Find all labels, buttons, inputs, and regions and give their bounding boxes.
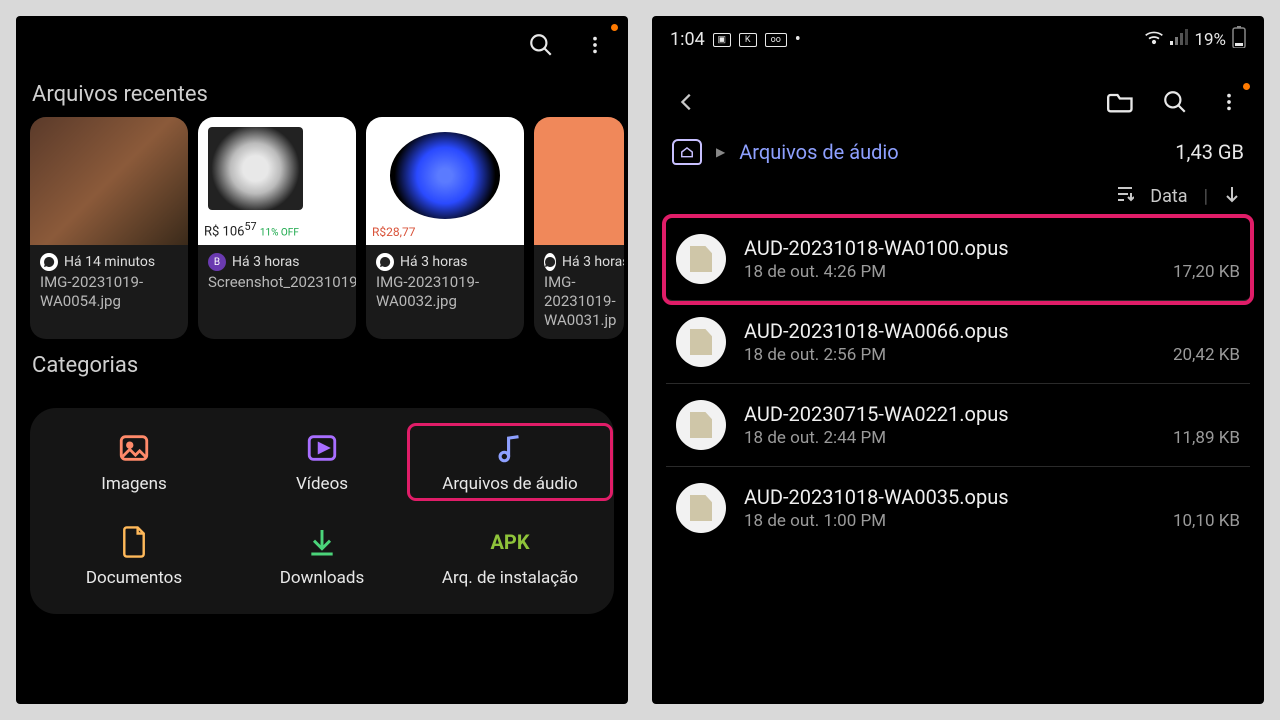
category-label: Downloads — [280, 568, 364, 588]
phone-audio-files: 1:04 ▣ K oo • 19% — [652, 16, 1264, 704]
status-icon: ▣ — [713, 33, 731, 47]
recent-files-title: Arquivos recentes — [16, 68, 628, 117]
file-size: 20,42 KB — [1173, 345, 1240, 365]
recent-time: Há 3 horas — [562, 254, 624, 270]
search-icon[interactable] — [1160, 87, 1190, 117]
category-label: Vídeos — [296, 474, 348, 494]
file-name: AUD-20231018-WA0100.opus — [744, 236, 1240, 260]
category-label: Arquivos de áudio — [442, 474, 578, 494]
recent-filename: IMG-20231019-WA0031.jp — [544, 273, 614, 329]
signal-icon — [1170, 29, 1188, 50]
file-name: AUD-20231018-WA0035.opus — [744, 485, 1240, 509]
documents-icon — [116, 524, 152, 560]
notification-dot-icon — [1243, 83, 1250, 90]
home-folder-icon[interactable] — [672, 139, 702, 165]
battery-icon — [1232, 26, 1246, 53]
category-label: Arq. de instalação — [442, 568, 578, 588]
thumbnail — [534, 117, 624, 245]
category-label: Imagens — [101, 474, 167, 494]
recent-files-row[interactable]: Há 14 minutos IMG-20231019-WA0054.jpg R$… — [16, 117, 628, 339]
folder-icon[interactable] — [1106, 87, 1136, 117]
more-options-icon[interactable] — [580, 30, 610, 60]
breadcrumb-separator-icon: ▶ — [716, 145, 725, 159]
folder-size: 1,43 GB — [1175, 140, 1244, 164]
category-images[interactable]: Imagens — [40, 430, 228, 494]
file-date: 18 de out. 2:56 PM — [744, 345, 886, 365]
sort-label[interactable]: Data — [1150, 186, 1187, 207]
file-item[interactable]: AUD-20231018-WA0100.opus 18 de out. 4:26… — [666, 218, 1250, 301]
battery-percent: 19% — [1194, 30, 1226, 50]
recent-filename: Screenshot_20231019_1003... — [208, 273, 346, 292]
category-videos[interactable]: Vídeos — [228, 430, 416, 494]
back-button[interactable] — [672, 87, 702, 117]
price-label: R$ 10657 11% OFF — [204, 220, 299, 239]
categories-panel: Imagens Vídeos Arquivos de áudio Documen… — [30, 408, 614, 614]
file-type-icon — [676, 234, 726, 284]
recent-filename: IMG-20231019-WA0054.jpg — [40, 273, 178, 311]
sort-row: Data | — [652, 171, 1264, 218]
sort-direction-icon[interactable] — [1224, 185, 1240, 208]
recent-card[interactable]: Há 14 minutos IMG-20231019-WA0054.jpg — [30, 117, 188, 339]
file-size: 17,20 KB — [1173, 262, 1240, 282]
file-toolbar — [652, 57, 1264, 129]
whatsapp-icon — [376, 253, 394, 271]
app-icon: B — [208, 253, 226, 271]
recent-time: Há 3 horas — [232, 254, 299, 270]
file-item[interactable]: AUD-20231018-WA0035.opus 18 de out. 1:00… — [666, 467, 1250, 549]
notification-dot-icon — [611, 24, 618, 31]
thumbnail: R$28,77 — [366, 117, 524, 245]
downloads-icon — [304, 524, 340, 560]
status-icon: oo — [765, 33, 787, 47]
sort-icon[interactable] — [1116, 186, 1134, 207]
breadcrumb: ▶ Arquivos de áudio 1,43 GB — [652, 129, 1264, 171]
images-icon — [116, 430, 152, 466]
audio-icon — [492, 430, 528, 466]
recent-filename: IMG-20231019-WA0032.jpg — [376, 273, 514, 311]
breadcrumb-current[interactable]: Arquivos de áudio — [739, 140, 898, 164]
file-list[interactable]: AUD-20231018-WA0100.opus 18 de out. 4:26… — [652, 218, 1264, 549]
category-apk[interactable]: APK Arq. de instalação — [416, 524, 604, 588]
category-audio[interactable]: Arquivos de áudio — [410, 426, 610, 498]
category-documents[interactable]: Documentos — [40, 524, 228, 588]
topbar — [16, 16, 628, 68]
price-label: R$28,77 — [372, 225, 415, 239]
file-date: 18 de out. 1:00 PM — [744, 511, 886, 531]
divider: | — [1204, 186, 1208, 207]
category-label: Documentos — [86, 568, 182, 588]
file-type-icon — [676, 317, 726, 367]
status-dot-icon: • — [795, 29, 801, 50]
status-time: 1:04 — [670, 29, 705, 50]
file-name: AUD-20230715-WA0221.opus — [744, 402, 1240, 426]
file-date: 18 de out. 2:44 PM — [744, 428, 886, 448]
more-options-icon[interactable] — [1214, 87, 1244, 117]
file-item[interactable]: AUD-20231018-WA0066.opus 18 de out. 2:56… — [666, 301, 1250, 384]
file-item[interactable]: AUD-20230715-WA0221.opus 18 de out. 2:44… — [666, 384, 1250, 467]
phone-my-files-home: Arquivos recentes Há 14 minutos IMG-2023… — [16, 16, 628, 704]
recent-time: Há 3 horas — [400, 254, 467, 270]
whatsapp-icon — [544, 253, 556, 271]
wifi-icon — [1144, 29, 1164, 50]
recent-time: Há 14 minutos — [64, 254, 155, 270]
recent-card[interactable]: R$28,77 Há 3 horas IMG-20231019-WA0032.j… — [366, 117, 524, 339]
thumbnail: R$ 10657 11% OFF — [198, 117, 356, 245]
file-date: 18 de out. 4:26 PM — [744, 262, 886, 282]
recent-card[interactable]: R$ 10657 11% OFF B Há 3 horas Screenshot… — [198, 117, 356, 339]
status-icon: K — [739, 33, 757, 47]
categories-title: Categorias — [16, 339, 628, 388]
file-name: AUD-20231018-WA0066.opus — [744, 319, 1240, 343]
category-downloads[interactable]: Downloads — [228, 524, 416, 588]
apk-icon: APK — [492, 524, 528, 560]
file-type-icon — [676, 400, 726, 450]
status-bar: 1:04 ▣ K oo • 19% — [652, 16, 1264, 57]
thumbnail — [30, 117, 188, 245]
recent-card[interactable]: Há 3 horas IMG-20231019-WA0031.jp — [534, 117, 624, 339]
file-size: 10,10 KB — [1173, 511, 1240, 531]
file-size: 11,89 KB — [1173, 428, 1240, 448]
whatsapp-icon — [40, 253, 58, 271]
search-icon[interactable] — [526, 30, 556, 60]
videos-icon — [304, 430, 340, 466]
file-type-icon — [676, 483, 726, 533]
